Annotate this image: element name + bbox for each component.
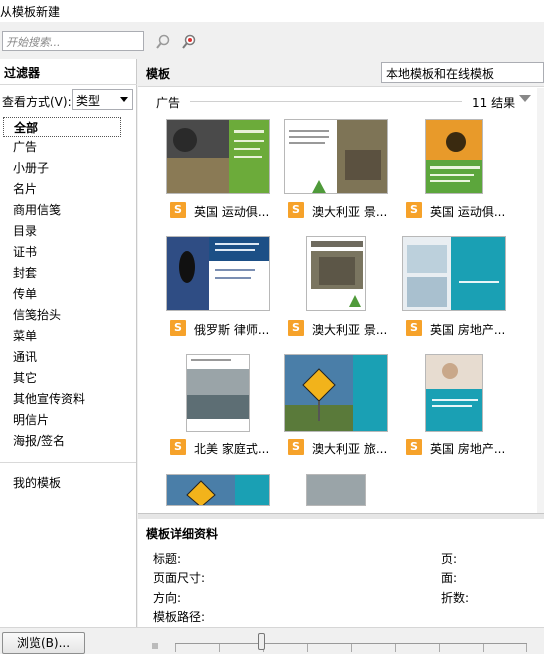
template-thumbnail[interactable] bbox=[306, 236, 366, 311]
group-label: 广告 bbox=[156, 96, 181, 110]
category-envelopes[interactable]: 封套 bbox=[13, 263, 131, 283]
template-caption[interactable]: 澳大利亚 旅... bbox=[312, 440, 387, 457]
panel-splitter[interactable] bbox=[138, 513, 544, 519]
view-by-select[interactable]: 类型 bbox=[72, 89, 133, 110]
template-caption[interactable]: 英国 房地产... bbox=[430, 321, 505, 338]
template-thumbnail[interactable] bbox=[284, 119, 388, 194]
slider-tick bbox=[307, 644, 308, 652]
slider-tick bbox=[175, 644, 176, 652]
template-source-select[interactable]: 本地模板和在线模板 bbox=[381, 62, 544, 83]
template-type-icon: S bbox=[406, 202, 422, 218]
category-ads[interactable]: 广告 bbox=[13, 137, 131, 157]
template-thumbnail[interactable] bbox=[402, 236, 506, 311]
slider-thumb[interactable] bbox=[258, 633, 265, 650]
templates-title: 模板 bbox=[146, 67, 171, 81]
template-caption[interactable]: 英国 运动俱... bbox=[194, 203, 269, 220]
detail-page-size-label: 页面尺寸: bbox=[153, 571, 206, 585]
detail-sides-label: 面: bbox=[441, 571, 458, 585]
slider-tick bbox=[439, 644, 440, 652]
slider-tick bbox=[219, 644, 220, 652]
view-by-value: 类型 bbox=[76, 94, 101, 108]
template-caption[interactable]: 英国 房地产... bbox=[430, 440, 505, 457]
filter-header: 过滤器 bbox=[0, 59, 137, 85]
slider-tick bbox=[526, 644, 527, 652]
template-thumbnail[interactable] bbox=[186, 354, 250, 432]
template-type-icon: S bbox=[170, 202, 186, 218]
slider-tick bbox=[483, 644, 484, 652]
group-separator bbox=[190, 101, 462, 102]
category-postcards[interactable]: 明信片 bbox=[13, 410, 131, 430]
template-thumbnail[interactable] bbox=[306, 474, 366, 506]
template-type-icon: S bbox=[288, 320, 304, 336]
template-type-icon: S bbox=[288, 202, 304, 218]
template-thumbnail[interactable] bbox=[166, 119, 270, 194]
template-thumbnail[interactable] bbox=[425, 119, 483, 194]
template-caption[interactable]: 澳大利亚 景... bbox=[312, 321, 387, 338]
template-thumbnail[interactable] bbox=[284, 354, 388, 432]
category-business-cards[interactable]: 名片 bbox=[13, 179, 131, 199]
detail-folds-label: 折数: bbox=[441, 591, 470, 605]
detail-path-label: 模板路径: bbox=[153, 610, 206, 624]
search-icon[interactable] bbox=[155, 34, 171, 50]
details-title: 模板详细资料 bbox=[146, 527, 219, 541]
category-posters-signs[interactable]: 海报/签名 bbox=[13, 431, 131, 451]
template-caption[interactable]: 澳大利亚 景... bbox=[312, 203, 387, 220]
template-type-icon: S bbox=[288, 439, 304, 455]
template-type-icon: S bbox=[406, 320, 422, 336]
window-title: 从模板新建 bbox=[0, 5, 61, 19]
slider-tick bbox=[395, 644, 396, 652]
template-caption[interactable]: 英国 运动俱... bbox=[430, 203, 505, 220]
browse-button[interactable]: 浏览(B)... bbox=[2, 632, 85, 654]
category-business-letters[interactable]: 商用信笺 bbox=[13, 200, 131, 220]
slider-tick bbox=[351, 644, 352, 652]
category-brochures[interactable]: 小册子 bbox=[13, 158, 131, 178]
title-bar: 从模板新建 bbox=[0, 0, 544, 22]
result-count: 11 结果 bbox=[472, 96, 516, 110]
category-certificates[interactable]: 证书 bbox=[13, 242, 131, 262]
detail-pages-label: 页: bbox=[441, 552, 458, 566]
thumbnail-size-small-icon bbox=[152, 643, 158, 649]
category-other[interactable]: 其它 bbox=[13, 368, 131, 388]
template-caption[interactable]: 俄罗斯 律师... bbox=[194, 321, 269, 338]
detail-orientation-label: 方向: bbox=[153, 591, 182, 605]
detail-title-label: 标题: bbox=[153, 552, 182, 566]
template-thumbnail[interactable] bbox=[166, 236, 270, 311]
template-type-icon: S bbox=[406, 439, 422, 455]
category-flyers[interactable]: 传单 bbox=[13, 284, 131, 304]
template-type-icon: S bbox=[170, 439, 186, 455]
advanced-search-icon[interactable] bbox=[181, 34, 197, 50]
filter-title: 过滤器 bbox=[4, 66, 41, 80]
sidebar-divider bbox=[0, 462, 136, 463]
chevron-down-icon bbox=[120, 97, 128, 102]
category-menus[interactable]: 菜单 bbox=[13, 326, 131, 346]
category-newsletters[interactable]: 通讯 bbox=[13, 347, 131, 367]
template-type-icon: S bbox=[170, 320, 186, 336]
my-templates-item[interactable]: 我的模板 bbox=[13, 473, 131, 493]
view-by-label: 查看方式(V): bbox=[2, 95, 72, 109]
template-caption[interactable]: 北美 家庭式... bbox=[194, 440, 269, 457]
category-all[interactable]: 全部 bbox=[3, 117, 121, 137]
vertical-scrollbar[interactable] bbox=[537, 88, 544, 513]
category-other-promo[interactable]: 其他宣传资料 bbox=[13, 389, 131, 409]
template-source-value: 本地模板和在线模板 bbox=[386, 67, 495, 81]
template-thumbnail[interactable] bbox=[166, 474, 270, 506]
category-letterheads[interactable]: 信笺抬头 bbox=[13, 305, 131, 325]
collapse-chevron-icon[interactable] bbox=[519, 95, 531, 102]
search-input[interactable]: 开始搜索... bbox=[2, 31, 144, 51]
template-thumbnail[interactable] bbox=[425, 354, 483, 432]
category-catalogs[interactable]: 目录 bbox=[13, 221, 131, 241]
